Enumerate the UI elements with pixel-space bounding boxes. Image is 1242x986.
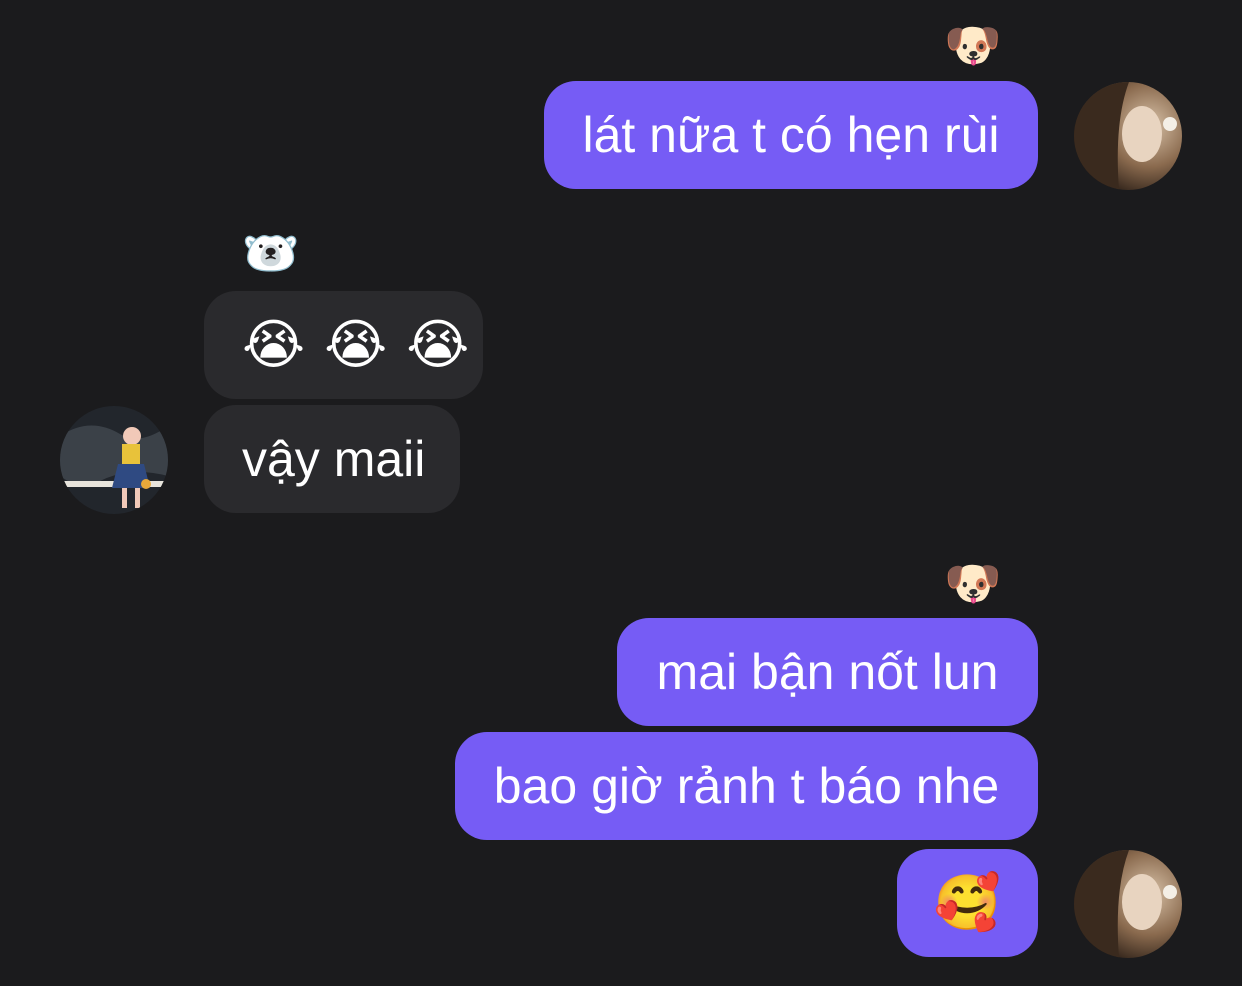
profile-photo-woman	[1074, 82, 1182, 190]
chat-thread: 🐶 lát nữa t có hẹn rùi 🐻‍❄️ 😭 😭 😭 vậy ma…	[0, 0, 1242, 986]
profile-photo-woman	[1074, 850, 1182, 958]
contact-avatar[interactable]	[60, 406, 168, 514]
my-avatar[interactable]	[1074, 850, 1182, 958]
sent-message-bubble[interactable]: mai bận nốt lun	[617, 618, 1038, 726]
sent-message-bubble[interactable]: bao giờ rảnh t báo nhe	[455, 732, 1038, 840]
dog-reaction-icon[interactable]: 🐶	[944, 560, 1001, 606]
sent-message-bubble[interactable]: lát nữa t có hẹn rùi	[544, 81, 1038, 189]
received-message-bubble[interactable]: vậy maii	[204, 405, 460, 513]
dog-reaction-icon[interactable]: 🐶	[944, 22, 1001, 68]
sent-message-bubble[interactable]: 🥰	[897, 849, 1038, 957]
polar-bear-reaction-icon[interactable]: 🐻‍❄️	[242, 230, 299, 276]
received-message-bubble[interactable]: 😭 😭 😭	[204, 291, 483, 399]
my-avatar[interactable]	[1074, 82, 1182, 190]
profile-photo-girl	[60, 406, 168, 514]
